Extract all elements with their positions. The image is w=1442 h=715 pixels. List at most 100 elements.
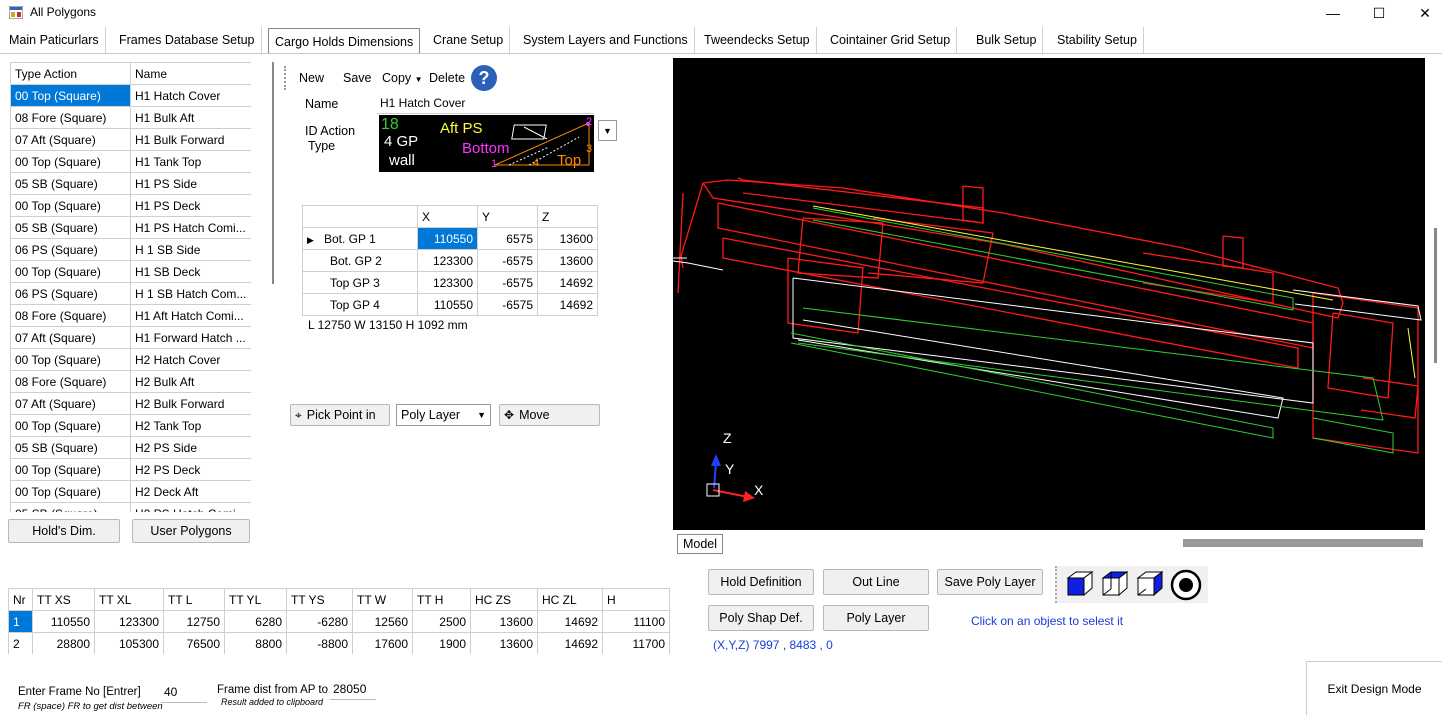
column-hc-zl[interactable]: HC ZL <box>537 588 603 611</box>
layer-select[interactable]: Poly Layer ▼ <box>396 404 491 426</box>
name-input[interactable]: H1 Hatch Cover <box>377 94 593 114</box>
type-cell[interactable]: 05 SB (Square) <box>10 216 131 239</box>
type-cell[interactable]: 06 PS (Square) <box>10 282 131 305</box>
value-cell[interactable]: 123300 <box>94 610 164 633</box>
value-cell[interactable]: 28800 <box>32 632 95 654</box>
value-cell[interactable]: -6280 <box>286 610 353 633</box>
gp-label-cell[interactable]: Top GP 3 <box>302 271 418 294</box>
gp-x-cell[interactable]: 110550 <box>417 293 478 316</box>
name-cell[interactable]: H1 PS Hatch Comi... <box>130 216 251 239</box>
column-tt-w[interactable]: TT W <box>352 588 413 611</box>
table-row[interactable]: 1 110550 123300 12750 6280 -6280 12560 2… <box>8 610 670 633</box>
action-type-preview[interactable]: 18 4 GP wall Aft PS Bottom Top 1 2 3 4 <box>379 115 594 172</box>
tab-system-layers[interactable]: System Layers and Functions <box>517 27 695 53</box>
table-row[interactable]: Bot. GP 2 123300 -6575 13600 <box>302 249 598 272</box>
table-row[interactable]: 07 Aft (Square) H1 Bulk Forward <box>10 128 251 151</box>
value-cell[interactable]: 13600 <box>470 610 538 633</box>
table-row[interactable]: 00 Top (Square) H2 PS Deck <box>10 458 251 481</box>
name-cell[interactable]: H2 PS Side <box>130 436 251 459</box>
column-h[interactable]: H <box>602 588 670 611</box>
table-row[interactable]: 00 Top (Square) H1 Hatch Cover <box>10 84 251 107</box>
value-cell[interactable]: 11100 <box>602 610 670 633</box>
tab-container-grid-setup[interactable]: Cointainer Grid Setup <box>824 27 958 53</box>
save-button[interactable]: Save <box>343 68 372 88</box>
minimize-button[interactable]: — <box>1310 0 1356 26</box>
table-row[interactable]: 00 Top (Square) H1 SB Deck <box>10 260 251 283</box>
maximize-button[interactable]: ☐ <box>1356 0 1402 26</box>
list-scrollbar[interactable] <box>272 62 274 284</box>
type-cell[interactable]: 05 SB (Square) <box>10 502 131 512</box>
out-line-button[interactable]: Out Line <box>823 569 929 595</box>
gp-y-cell[interactable]: -6575 <box>477 271 538 294</box>
move-button[interactable]: ✥ Move <box>499 404 600 426</box>
value-cell[interactable]: 14692 <box>537 610 603 633</box>
gp-y-cell[interactable]: -6575 <box>477 249 538 272</box>
type-cell[interactable]: 05 SB (Square) <box>10 172 131 195</box>
name-cell[interactable]: H1 Forward Hatch ... <box>130 326 251 349</box>
gp-z-cell[interactable]: 14692 <box>537 271 598 294</box>
type-cell[interactable]: 00 Top (Square) <box>10 260 131 283</box>
type-cell[interactable]: 00 Top (Square) <box>10 458 131 481</box>
table-row[interactable]: 00 Top (Square) H2 Deck Aft <box>10 480 251 503</box>
table-row[interactable]: 07 Aft (Square) H2 Bulk Forward <box>10 392 251 415</box>
table-row[interactable]: 05 SB (Square) H1 PS Hatch Comi... <box>10 216 251 239</box>
name-cell[interactable]: H1 PS Deck <box>130 194 251 217</box>
help-icon[interactable]: ? <box>471 65 497 91</box>
gp-z-cell[interactable]: 13600 <box>537 227 598 250</box>
tab-cargo-holds-dimensions[interactable]: Cargo Holds Dimensions <box>268 28 421 54</box>
model-viewport[interactable]: Z Y X <box>673 58 1425 530</box>
type-cell[interactable]: 00 Top (Square) <box>10 480 131 503</box>
table-row[interactable]: 08 Fore (Square) H1 Bulk Aft <box>10 106 251 129</box>
nr-cell[interactable]: 2 <box>8 632 33 654</box>
name-cell[interactable]: H2 Bulk Aft <box>130 370 251 393</box>
gp-label-cell[interactable]: Bot. GP 2 <box>302 249 418 272</box>
table-row[interactable]: 05 SB (Square)H2 PS Hatch Comi... <box>10 502 251 512</box>
column-nr[interactable]: Nr <box>8 588 33 611</box>
value-cell[interactable]: 1900 <box>412 632 471 654</box>
table-row[interactable]: 05 SB (Square) H1 PS Side <box>10 172 251 195</box>
chevron-down-icon[interactable]: ▼ <box>598 120 617 141</box>
type-cell[interactable]: 07 Aft (Square) <box>10 392 131 415</box>
name-cell[interactable]: H1 Hatch Cover <box>130 84 251 107</box>
value-cell[interactable]: 17600 <box>352 632 413 654</box>
column-z[interactable]: Z <box>537 205 598 228</box>
poly-shape-def-button[interactable]: Poly Shap Def. <box>708 605 814 631</box>
tab-crane-setup[interactable]: Crane Setup <box>427 27 511 53</box>
new-button[interactable]: New <box>299 68 324 88</box>
table-row[interactable]: 2 28800 105300 76500 8800 -8800 17600 19… <box>8 632 670 654</box>
column-tt-l[interactable]: TT L <box>163 588 225 611</box>
column-tt-h[interactable]: TT H <box>412 588 471 611</box>
table-row[interactable]: 00 Top (Square) H2 Tank Top <box>10 414 251 437</box>
name-cell[interactable]: H2 PS Hatch Comi... <box>130 502 251 512</box>
hold-definition-button[interactable]: Hold Definition <box>708 569 814 595</box>
table-row[interactable]: 07 Aft (Square) H1 Forward Hatch ... <box>10 326 251 349</box>
name-cell[interactable]: H2 Hatch Cover <box>130 348 251 371</box>
column-tt-ys[interactable]: TT YS <box>286 588 353 611</box>
value-cell[interactable]: 11700 <box>602 632 670 654</box>
name-cell[interactable]: H1 Tank Top <box>130 150 251 173</box>
gp-z-cell[interactable]: 13600 <box>537 249 598 272</box>
value-cell[interactable]: 8800 <box>224 632 287 654</box>
table-row[interactable]: 08 Fore (Square) H1 Aft Hatch Comi... <box>10 304 251 327</box>
type-cell[interactable]: 08 Fore (Square) <box>10 304 131 327</box>
holds-dim-button[interactable]: Hold's Dim. <box>8 519 120 543</box>
orbit-view-icon[interactable] <box>1170 569 1202 601</box>
value-cell[interactable]: 105300 <box>94 632 164 654</box>
type-cell[interactable]: 00 Top (Square) <box>10 348 131 371</box>
viewport-scrollbar-v[interactable] <box>1432 58 1442 530</box>
gp-y-cell[interactable]: -6575 <box>477 293 538 316</box>
value-cell[interactable]: 2500 <box>412 610 471 633</box>
nr-cell[interactable]: 1 <box>8 610 33 633</box>
type-cell[interactable]: 06 PS (Square) <box>10 238 131 261</box>
name-cell[interactable]: H1 Bulk Aft <box>130 106 251 129</box>
name-cell[interactable]: H1 SB Deck <box>130 260 251 283</box>
table-row[interactable]: 00 Top (Square) H1 PS Deck <box>10 194 251 217</box>
type-cell[interactable]: 07 Aft (Square) <box>10 326 131 349</box>
gp-x-cell[interactable]: 123300 <box>417 249 478 272</box>
column-type-action[interactable]: Type Action <box>10 62 131 85</box>
type-cell[interactable]: 00 Top (Square) <box>10 150 131 173</box>
column-tt-xs[interactable]: TT XS <box>32 588 95 611</box>
value-cell[interactable]: -8800 <box>286 632 353 654</box>
value-cell[interactable]: 110550 <box>32 610 95 633</box>
model-tab[interactable]: Model <box>677 534 723 554</box>
